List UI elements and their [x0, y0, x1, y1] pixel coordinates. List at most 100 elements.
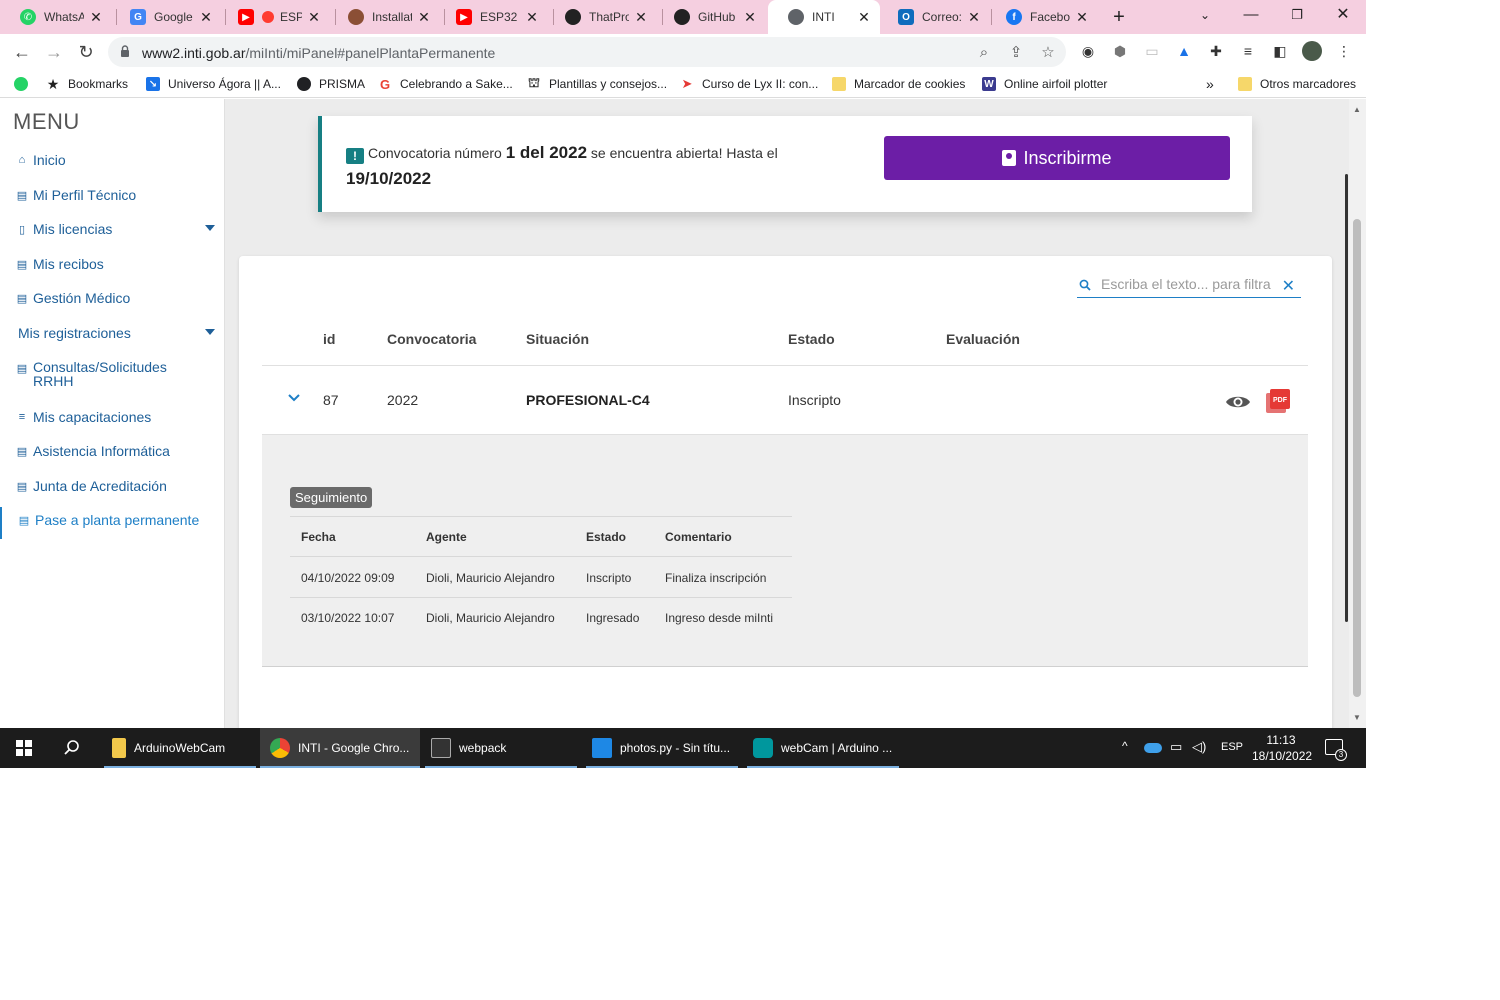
pdf-icon[interactable]: PDF — [1266, 389, 1290, 413]
forward-button[interactable]: → — [42, 40, 66, 64]
sidebar-item-consultas-rrhh[interactable]: ▤ Consultas/Solicitudes RRHH — [15, 360, 215, 388]
column-header-estado[interactable]: Estado — [788, 331, 835, 347]
language-indicator[interactable]: ESP — [1221, 741, 1243, 753]
back-button[interactable]: ← — [10, 40, 34, 64]
browser-tab[interactable]: O Correo: ✕ — [878, 0, 990, 34]
bookmark-item[interactable]: ⛫ Plantillas y consejos... — [527, 75, 667, 93]
sidebar-item-registraciones[interactable]: Mis registraciones — [18, 325, 215, 341]
tray-chevron-up-icon[interactable]: ^ — [1122, 739, 1128, 753]
browser-tab[interactable]: G Google ✕ — [110, 0, 222, 34]
bookmark-item[interactable]: ★ Bookmarks — [46, 75, 128, 93]
tab-search-chevron-icon[interactable]: ⌄ — [1182, 0, 1228, 30]
table-icon: ▤ — [16, 190, 28, 202]
inner-scrollbar[interactable] — [1345, 174, 1348, 622]
browser-tab[interactable]: Installati ✕ — [328, 0, 440, 34]
extensions-puzzle-icon[interactable]: ✚ — [1207, 42, 1225, 60]
table-icon: ▤ — [18, 515, 30, 527]
bookmark-item[interactable]: Marcador de cookies — [832, 75, 965, 93]
share-icon[interactable]: ⇪ — [1006, 43, 1026, 63]
close-icon[interactable]: ✕ — [856, 9, 872, 26]
search-icon[interactable] — [63, 739, 81, 757]
close-icon[interactable]: ✕ — [633, 9, 649, 26]
browser-menu-icon[interactable]: ⋮ — [1335, 42, 1353, 60]
side-panel-icon[interactable]: ◧ — [1271, 42, 1289, 60]
bookmark-item[interactable]: W Online airfoil plotter — [982, 75, 1107, 93]
taskbar-item[interactable]: photos.py - Sin títu... — [586, 728, 738, 768]
bookmark-label: Bookmarks — [68, 77, 129, 91]
bookmark-label: Plantillas y consejos... — [549, 77, 668, 91]
browser-tab-active[interactable]: INTI ✕ — [768, 0, 880, 34]
bookmark-whatsapp[interactable] — [14, 75, 36, 93]
extension-drive-icon[interactable]: ▲ — [1175, 42, 1193, 60]
sidebar-item-perfil-tecnico[interactable]: ▤ Mi Perfil Técnico — [15, 187, 215, 203]
browser-tab[interactable]: ✆ WhatsAp ✕ — [0, 0, 112, 34]
bookmark-item[interactable]: ↘ Universo Ágora || A... — [146, 75, 281, 93]
taskbar-item-active[interactable]: INTI - Google Chro... — [260, 728, 420, 768]
sidebar-item-licencias[interactable]: ▯ Mis licencias — [15, 221, 215, 237]
restore-button[interactable]: ❐ — [1274, 0, 1320, 30]
volume-icon[interactable]: ◁) — [1192, 739, 1206, 755]
other-bookmarks-folder[interactable]: Otros marcadores — [1238, 75, 1356, 93]
media-control-icon[interactable]: ≡ — [1239, 42, 1257, 60]
column-header-convocatoria[interactable]: Convocatoria — [387, 331, 476, 347]
tab-title: Google — [154, 10, 193, 24]
bookmarks-overflow-button[interactable]: » — [1206, 75, 1214, 93]
filter-input[interactable] — [1101, 274, 1271, 294]
new-tab-button[interactable]: + — [1108, 6, 1130, 28]
sidebar-item-recibos[interactable]: ▤ Mis recibos — [15, 256, 215, 272]
profile-avatar[interactable] — [1302, 41, 1322, 61]
view-eye-icon[interactable] — [1225, 393, 1251, 411]
onedrive-icon[interactable] — [1144, 743, 1162, 753]
column-header-situacion[interactable]: Situación — [526, 331, 589, 347]
browser-tab[interactable]: ThatProj ✕ — [545, 0, 657, 34]
browser-tab[interactable]: GitHub ✕ — [654, 0, 766, 34]
clock[interactable]: 11:13 18/10/2022 — [1252, 732, 1312, 764]
extension-icon[interactable]: ◉ — [1079, 42, 1097, 60]
browser-tab[interactable]: ▶ ESP32 C ✕ — [436, 0, 548, 34]
sidebar-item-pase-planta-permanente[interactable]: ▤ Pase a planta permanente — [17, 512, 217, 528]
column-header-evaluacion[interactable]: Evaluación — [946, 331, 1020, 347]
minimize-button[interactable]: — — [1228, 0, 1274, 30]
sidebar-item-junta-acreditacion[interactable]: ▤ Junta de Acreditación — [15, 478, 215, 494]
extension-blank-icon[interactable]: ▭ — [1143, 42, 1161, 60]
zoom-icon[interactable]: ⌕ — [974, 43, 994, 63]
inscribirme-button[interactable]: Inscribirme — [884, 136, 1230, 180]
reload-button[interactable]: ↻ — [74, 40, 98, 64]
address-bar[interactable]: www2.inti.gob.ar/miInti/miPanel#panelPla… — [108, 37, 1066, 67]
bookmark-item[interactable]: ➤ Curso de Lyx II: con... — [680, 75, 819, 93]
column-header-id[interactable]: id — [323, 331, 335, 347]
bookmark-item[interactable]: PRISMA — [297, 75, 365, 93]
clear-filter-icon[interactable]: ✕ — [1282, 276, 1295, 296]
scroll-down-arrow-icon[interactable]: ▼ — [1353, 713, 1361, 722]
taskbar-item[interactable]: webpack — [425, 728, 577, 768]
bookmark-item[interactable]: G Celebrando a Sake... — [378, 75, 513, 93]
close-icon[interactable]: ✕ — [742, 9, 758, 26]
close-icon[interactable]: ✕ — [198, 9, 214, 26]
extension-cube-icon[interactable]: ⬢ — [1111, 42, 1129, 60]
windows-start-icon[interactable] — [16, 740, 32, 756]
close-icon[interactable]: ✕ — [524, 9, 540, 26]
sidebar-item-gestion-medico[interactable]: ▤ Gestión Médico — [15, 290, 215, 306]
close-icon[interactable]: ✕ — [416, 9, 432, 26]
sidebar-item-capacitaciones[interactable]: ≡ Mis capacitaciones — [15, 409, 215, 425]
close-icon[interactable]: ✕ — [306, 9, 322, 26]
sidebar-item-inicio[interactable]: ⌂ Inicio — [15, 152, 215, 168]
seguimiento-fecha: 03/10/2022 10:07 — [301, 611, 395, 625]
scroll-up-arrow-icon[interactable]: ▲ — [1353, 105, 1361, 114]
close-icon[interactable]: ✕ — [88, 9, 104, 26]
taskbar-item[interactable]: webCam | Arduino ... — [747, 728, 899, 768]
network-icon[interactable]: ▭ — [1170, 739, 1182, 755]
whatsapp-icon: ✆ — [20, 9, 36, 25]
close-window-button[interactable]: ✕ — [1320, 0, 1366, 30]
browser-tab[interactable]: f Faceboo ✕ — [986, 0, 1098, 34]
seguimiento-estado: Inscripto — [586, 571, 632, 585]
bookmark-star-icon[interactable]: ☆ — [1038, 43, 1058, 63]
sidebar-item-asistencia-informatica[interactable]: ▤ Asistencia Informática — [15, 443, 215, 459]
page-scrollbar[interactable]: ▲ ▼ — [1349, 99, 1366, 728]
collapse-row-chevron-icon[interactable] — [286, 390, 302, 406]
browser-tab[interactable]: ▶ ESP3 ✕ — [218, 0, 330, 34]
close-icon[interactable]: ✕ — [966, 9, 982, 26]
close-icon[interactable]: ✕ — [1074, 9, 1090, 26]
scrollbar-thumb[interactable] — [1353, 219, 1361, 697]
taskbar-item[interactable]: ArduinoWebCam — [104, 728, 256, 768]
